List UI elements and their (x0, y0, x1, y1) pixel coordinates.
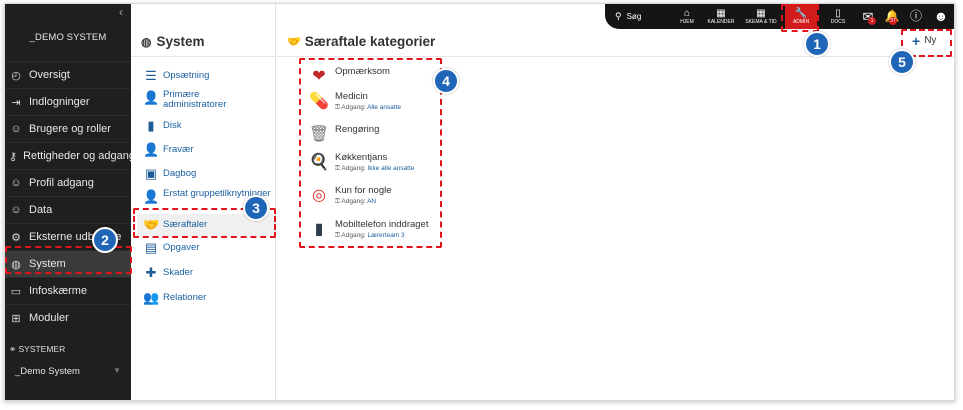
home-button[interactable]: ⌂ HJEM (675, 4, 699, 29)
app-window: ‹ _DEMO SYSTEM ◴ Oversigt ⇥ Indlogninger… (4, 3, 955, 401)
user-menu-button[interactable]: ☻ (929, 4, 953, 29)
disk-icon: ▮ (147, 118, 155, 133)
divider (131, 56, 276, 57)
diary-icon: ▣ (144, 166, 158, 181)
sidebar-item-label: Rettigheder og adgang (23, 150, 131, 162)
sidebar-item-rettigheder[interactable]: ⚷ Rettigheder og adgang (5, 142, 131, 169)
submenu-item-opgaver[interactable]: ▤ Opgaver (143, 240, 200, 256)
sidebar-item-infoskaerme[interactable]: ▭ Infoskærme (5, 277, 131, 304)
handshake-icon: 🤝 (287, 36, 301, 48)
help-button[interactable]: ⓘ (905, 4, 927, 29)
sidebar-system-title: _DEMO SYSTEM (29, 32, 107, 43)
modules-icon: ⊞ (11, 312, 21, 325)
callout-badge: 5 (889, 49, 915, 75)
submenu-item-fravaer[interactable]: 👤 Fravær (143, 142, 194, 158)
sidebar-item-indlogninger[interactable]: ⇥ Indlogninger (5, 88, 131, 115)
submenu-item-disk[interactable]: ▮ Disk (143, 118, 181, 134)
admin-user-icon: 👤 (143, 90, 160, 105)
sliders-icon: ☰ (145, 68, 157, 83)
page-title: 🤝 Særaftale kategorier (287, 34, 436, 49)
schedule-icon: ▦ (756, 8, 766, 19)
notifications-button[interactable]: 🔔 37 (881, 4, 903, 29)
sidebar-item-moduler[interactable]: ⊞ Moduler (5, 304, 131, 331)
sidebar-item-data[interactable]: ☺ Data (5, 196, 131, 223)
relations-icon: 👥 (143, 290, 160, 305)
sidebar-item-oversigt[interactable]: ◴ Oversigt (5, 61, 131, 88)
callout-badge: 3 (243, 195, 269, 221)
external-providers-icon: ⚙ (11, 231, 21, 244)
help-icon: ⓘ (909, 9, 922, 23)
first-aid-icon: ✚ (145, 265, 157, 280)
login-icon: ⇥ (11, 96, 21, 109)
sidebar-item-label: Infoskærme (29, 285, 88, 297)
dropdown-arrow-icon[interactable]: ▼ (113, 366, 121, 375)
calendar-button[interactable]: ▦ KALENDER (703, 4, 739, 29)
sidebar-item-label: Data (29, 204, 53, 216)
submenu-item-dagbog[interactable]: ▣ Dagbog (143, 166, 196, 182)
users-icon: ☺ (10, 123, 22, 135)
submenu-item-primaere-administratorer[interactable]: 👤 Primære administratorer (143, 90, 233, 110)
callout-box-categories (299, 58, 442, 248)
replace-group-icon: 👤 (143, 189, 160, 204)
mail-button[interactable]: ✉ 1 (857, 4, 879, 29)
submenu-item-opsaetning[interactable]: ☰ Opsætning (143, 68, 209, 84)
docs-button[interactable]: ▯ DOCS (825, 4, 851, 29)
sidebar-item-label: Brugere og roller (29, 123, 111, 135)
home-icon: ⌂ (683, 8, 691, 19)
search-button[interactable]: ⚲ Søg (615, 11, 641, 22)
callout-badge: 4 (433, 68, 459, 94)
sidebar-item-label: Oversigt (29, 69, 70, 81)
mail-badge: 1 (868, 17, 876, 25)
docs-icon: ▯ (835, 8, 841, 19)
key-icon: ⚷ (9, 150, 18, 163)
callout-box-admin (781, 4, 819, 32)
submenu-item-relationer[interactable]: 👥 Relationer (143, 290, 206, 306)
sidebar-item-label: Indlogninger (29, 96, 90, 108)
submenu-item-skader[interactable]: ✚ Skader (143, 265, 194, 281)
callout-badge: 1 (804, 31, 830, 57)
dashboard-icon: ◴ (11, 69, 21, 82)
data-icon: ☺ (10, 204, 22, 216)
sidebar-item-label: Profil adgang (29, 177, 94, 189)
globe-icon: ◍ (141, 34, 152, 49)
sidebar-item-label: Moduler (29, 312, 69, 324)
sidebar-item-brugere-og-roller[interactable]: ☺ Brugere og roller (5, 115, 131, 142)
profile-access-icon: ☺ (10, 177, 22, 189)
avatar-icon: ☻ (933, 8, 949, 24)
tasks-icon: ▤ (144, 240, 158, 255)
collapse-chevron-icon[interactable]: ‹ (119, 5, 123, 19)
absence-icon: 👤 (143, 142, 160, 157)
search-icon: ⚲ (615, 11, 622, 21)
schedule-button[interactable]: ▦ SKEMA & TID (741, 4, 781, 29)
systems-heading: ⚭ SYSTEMER (9, 344, 66, 354)
calendar-icon: ▦ (716, 8, 726, 19)
divider (277, 56, 954, 57)
top-toolbar: ⚲ Søg ⌂ HJEM ▦ KALENDER ▦ SKEMA & TID 🔧 … (605, 4, 954, 29)
info-screen-icon: ▭ (10, 285, 22, 298)
submenu-title: ◍ System (141, 34, 205, 49)
callout-badge: 2 (92, 227, 118, 253)
sidebar-item-profil-adgang[interactable]: ☺ Profil adgang (5, 169, 131, 196)
sidebar: ‹ _DEMO SYSTEM ◴ Oversigt ⇥ Indlogninger… (5, 4, 131, 400)
notifications-badge: 37 (889, 17, 897, 25)
